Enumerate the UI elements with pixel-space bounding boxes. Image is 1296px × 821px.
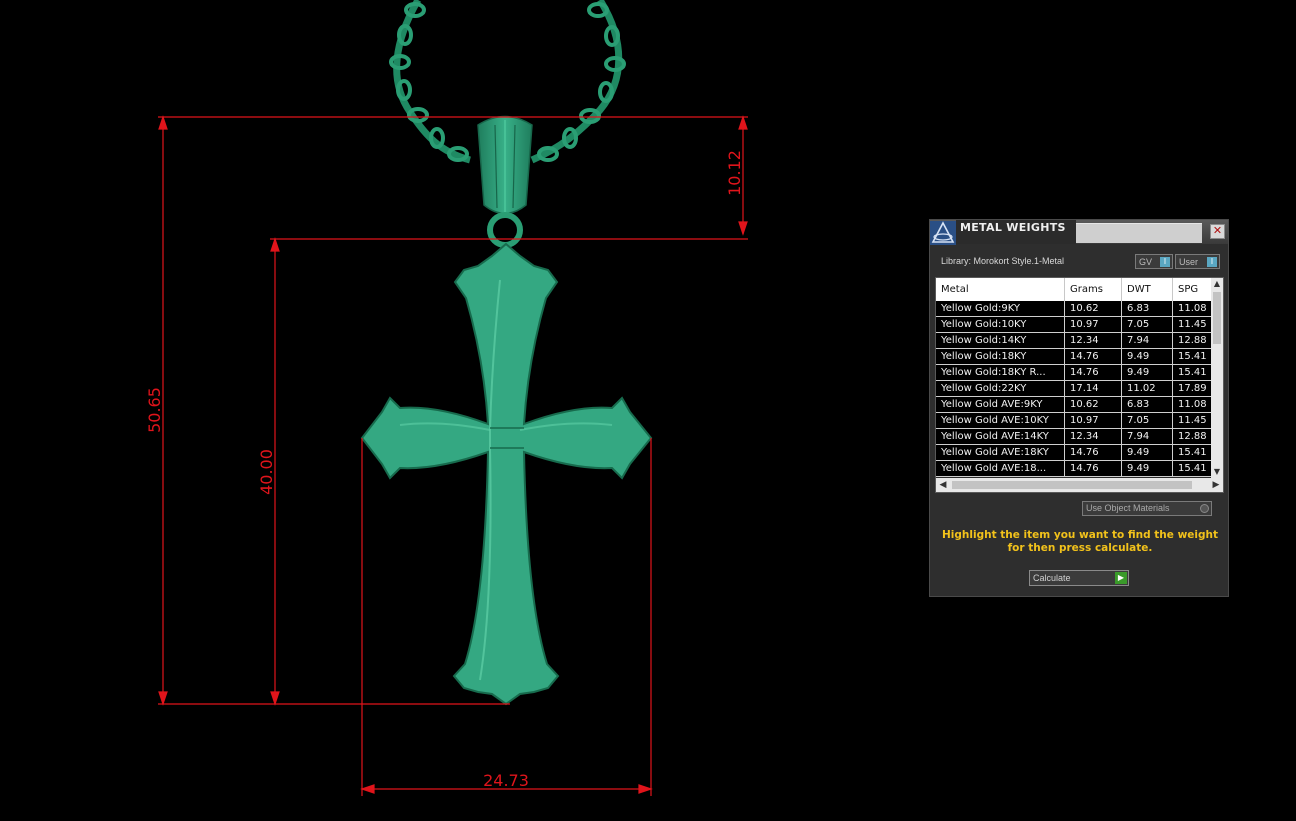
table-row[interactable]: Yellow Gold:18KY 14.76 9.49 15.41 [936, 349, 1211, 365]
cell-spg: 11.45 [1178, 319, 1207, 330]
cell-dwt: 9.49 [1122, 445, 1173, 460]
dimension-width: 24.73 [483, 771, 529, 790]
table-row[interactable]: Yellow Gold:22KY 17.14 11.02 17.89 [936, 381, 1211, 397]
gv-toggle[interactable]: GV I [1135, 254, 1173, 269]
cell-grams: 10.97 [1065, 317, 1122, 332]
cell-dwt: 9.49 [1122, 461, 1173, 476]
horizontal-scroll-thumb[interactable] [952, 481, 1192, 489]
cell-spg: 11.08 [1178, 399, 1207, 410]
cell-dwt: 7.05 [1122, 317, 1173, 332]
cell-dwt: 11.02 [1122, 381, 1173, 396]
column-header-spg[interactable]: SPG [1173, 278, 1211, 301]
cell-spg: 15.41 [1178, 351, 1207, 362]
table-row[interactable]: Yellow Gold AVE:18... 14.76 9.49 15.41 [936, 461, 1211, 477]
cell-dwt: 7.94 [1122, 333, 1173, 348]
calculate-label: Calculate [1033, 573, 1071, 583]
cell-spg: 17.89 [1178, 383, 1207, 394]
gv-toggle-label: GV [1139, 257, 1153, 267]
dimension-bail-height: 10.12 [725, 150, 744, 196]
calculate-button[interactable]: Calculate ▶ [1029, 570, 1129, 586]
cell-metal: Yellow Gold:18KY [936, 349, 1065, 364]
cell-dwt: 7.94 [1122, 429, 1173, 444]
cell-metal: Yellow Gold:18KY R... [936, 365, 1065, 380]
cell-grams: 10.62 [1065, 397, 1122, 412]
cell-spg: 15.41 [1178, 447, 1207, 458]
cell-metal: Yellow Gold:22KY [936, 381, 1065, 396]
cell-grams: 10.97 [1065, 413, 1122, 428]
cell-spg: 12.88 [1178, 431, 1207, 442]
column-header-metal[interactable]: Metal [936, 278, 1065, 301]
table-row[interactable]: Yellow Gold:14KY 12.34 7.94 12.88 [936, 333, 1211, 349]
use-object-materials-label: Use Object Materials [1086, 503, 1170, 513]
pendant-bail [477, 115, 533, 248]
cell-dwt: 9.49 [1122, 349, 1173, 364]
radio-icon [1200, 504, 1209, 513]
panel-titlebar[interactable]: METAL WEIGHTS ✕ [930, 220, 1228, 245]
cell-grams: 14.76 [1065, 349, 1122, 364]
table-row[interactable]: Yellow Gold AVE:10KY 10.97 7.05 11.45 [936, 413, 1211, 429]
cross-pendant [360, 242, 653, 706]
cell-grams: 14.76 [1065, 365, 1122, 380]
play-icon: ▶ [1115, 572, 1127, 584]
cell-grams: 12.34 [1065, 333, 1122, 348]
gv-toggle-knob: I [1160, 257, 1170, 267]
title-tab: METAL WEIGHTS [956, 220, 1076, 244]
table-row[interactable]: Yellow Gold AVE:14KY 12.34 7.94 12.88 [936, 429, 1211, 445]
cell-spg: 15.41 [1178, 463, 1207, 474]
dimension-cross-height: 40.00 [257, 449, 276, 495]
cell-spg: 15.41 [1178, 367, 1207, 378]
close-icon[interactable]: ✕ [1210, 224, 1225, 239]
cell-spg: 11.45 [1178, 415, 1207, 426]
cell-dwt: 6.83 [1122, 397, 1173, 412]
table-body: Yellow Gold:9KY 10.62 6.83 11.08 Yellow Gold… [936, 301, 1211, 477]
cell-metal: Yellow Gold:10KY [936, 317, 1065, 332]
app-logo-icon [930, 221, 956, 245]
column-header-dwt[interactable]: DWT [1122, 278, 1173, 301]
horizontal-scrollbar[interactable]: ◀ ▶ [936, 478, 1223, 492]
cell-grams: 14.76 [1065, 445, 1122, 460]
cell-metal: Yellow Gold:9KY [936, 301, 1065, 316]
vertical-scroll-thumb[interactable] [1213, 292, 1221, 344]
metal-weights-panel: METAL WEIGHTS ✕ Library: Morokort Style.… [929, 219, 1229, 597]
user-toggle-knob: I [1207, 257, 1217, 267]
cell-grams: 12.34 [1065, 429, 1122, 444]
table-header: Metal Grams DWT SPG [936, 278, 1211, 301]
table-row[interactable]: Yellow Gold:9KY 10.62 6.83 11.08 [936, 301, 1211, 317]
scroll-right-icon[interactable]: ▶ [1209, 478, 1223, 492]
scroll-left-icon[interactable]: ◀ [936, 478, 950, 492]
cell-spg: 11.08 [1178, 303, 1207, 314]
cell-metal: Yellow Gold AVE:10KY [936, 413, 1065, 428]
user-toggle[interactable]: User I [1175, 254, 1220, 269]
library-label: Library: Morokort Style.1-Metal [941, 256, 1065, 266]
cell-grams: 10.62 [1065, 301, 1122, 316]
panel-title: METAL WEIGHTS [960, 221, 1066, 234]
cell-dwt: 6.83 [1122, 301, 1173, 316]
cell-metal: Yellow Gold AVE:14KY [936, 429, 1065, 444]
column-header-grams[interactable]: Grams [1065, 278, 1122, 301]
table-row[interactable]: Yellow Gold AVE:18KY 14.76 9.49 15.41 [936, 445, 1211, 461]
cell-metal: Yellow Gold AVE:18... [936, 461, 1065, 476]
scroll-down-icon[interactable]: ▼ [1211, 466, 1223, 478]
cell-dwt: 9.49 [1122, 365, 1173, 380]
titlebar-fill [1076, 223, 1202, 243]
use-object-materials-toggle[interactable]: Use Object Materials [1082, 501, 1212, 516]
user-toggle-label: User [1179, 257, 1199, 267]
scroll-up-icon[interactable]: ▲ [1211, 278, 1223, 290]
table-row[interactable]: Yellow Gold:18KY R... 14.76 9.49 15.41 [936, 365, 1211, 381]
dimension-overall-height: 50.65 [145, 387, 164, 433]
cell-dwt: 7.05 [1122, 413, 1173, 428]
cell-metal: Yellow Gold:14KY [936, 333, 1065, 348]
table-row[interactable]: Yellow Gold AVE:9KY 10.62 6.83 11.08 [936, 397, 1211, 413]
cell-spg: 12.88 [1178, 335, 1207, 346]
metal-table: Metal Grams DWT SPG Yellow Gold:9KY 10.62… [935, 277, 1224, 493]
cell-metal: Yellow Gold AVE:9KY [936, 397, 1065, 412]
cell-grams: 14.76 [1065, 461, 1122, 476]
cell-metal: Yellow Gold AVE:18KY [936, 445, 1065, 460]
vertical-scrollbar[interactable]: ▲ ▼ [1211, 278, 1223, 478]
table-row[interactable]: Yellow Gold:10KY 10.97 7.05 11.45 [936, 317, 1211, 333]
cell-grams: 17.14 [1065, 381, 1122, 396]
instruction-text: Highlight the item you want to find the … [942, 529, 1218, 554]
